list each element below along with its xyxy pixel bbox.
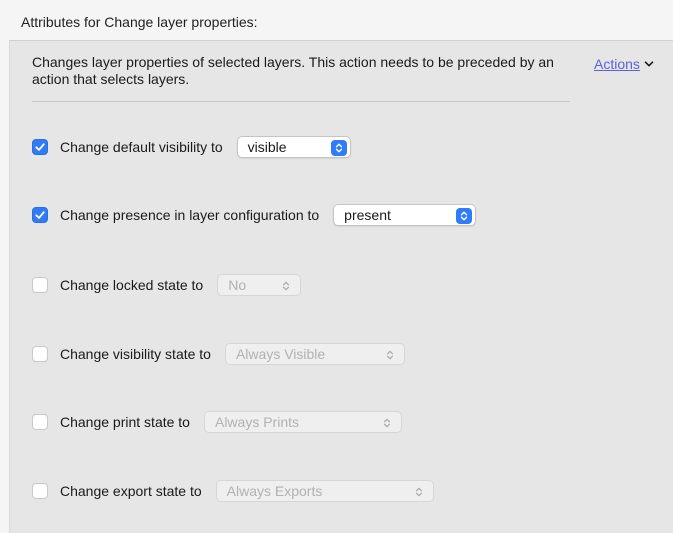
export-state-select: Always Exports	[215, 480, 434, 502]
locked-state-select: No	[217, 274, 302, 296]
up-down-chevron-icon	[384, 348, 396, 362]
row-locked-state: Change locked state to No	[32, 274, 302, 296]
default-visibility-label: Change default visibility to	[60, 139, 223, 155]
section-title: Attributes for Change layer properties:	[21, 14, 258, 30]
row-visibility-state: Change visibility state to Always Visibl…	[32, 343, 405, 365]
chevron-down-icon	[644, 61, 654, 67]
default-visibility-checkbox[interactable]	[32, 139, 48, 155]
default-visibility-value: visible	[247, 139, 287, 155]
export-state-value: Always Exports	[226, 483, 323, 499]
presence-value: present	[344, 207, 391, 223]
locked-state-label: Change locked state to	[60, 277, 204, 293]
up-down-chevron-icon	[413, 485, 425, 499]
attributes-window: Attributes for Change layer properties: …	[0, 0, 673, 533]
default-visibility-select[interactable]: visible	[236, 136, 351, 158]
export-state-label: Change export state to	[60, 483, 202, 499]
actions-menu-button[interactable]: Actions	[594, 56, 655, 72]
presence-checkbox[interactable]	[32, 207, 48, 223]
locked-state-checkbox[interactable]	[32, 277, 48, 293]
row-default-visibility: Change default visibility to visible	[32, 136, 351, 158]
locked-state-value: No	[228, 277, 247, 293]
up-down-chevron-icon	[330, 140, 347, 156]
visibility-state-value: Always Visible	[235, 346, 326, 362]
actions-label[interactable]: Actions	[594, 56, 640, 72]
export-state-checkbox[interactable]	[32, 483, 48, 499]
visibility-state-label: Change visibility state to	[60, 346, 211, 362]
divider	[32, 101, 570, 102]
visibility-state-checkbox[interactable]	[32, 346, 48, 362]
up-down-chevron-icon	[456, 208, 473, 224]
print-state-label: Change print state to	[60, 414, 190, 430]
up-down-chevron-icon	[381, 416, 393, 430]
row-export-state: Change export state to Always Exports	[32, 480, 434, 502]
checkmark-icon	[35, 211, 45, 219]
visibility-state-select: Always Visible	[224, 343, 405, 365]
attributes-panel: Changes layer properties of selected lay…	[9, 40, 673, 533]
action-description: Changes layer properties of selected lay…	[32, 54, 554, 87]
presence-label: Change presence in layer configuration t…	[60, 207, 320, 223]
checkmark-icon	[35, 143, 45, 151]
print-state-select: Always Prints	[203, 411, 402, 433]
print-state-value: Always Prints	[214, 414, 300, 430]
row-print-state: Change print state to Always Prints	[32, 411, 402, 433]
row-presence: Change presence in layer configuration t…	[32, 204, 477, 226]
presence-select[interactable]: present	[333, 204, 477, 226]
up-down-chevron-icon	[280, 279, 292, 293]
print-state-checkbox[interactable]	[32, 414, 48, 430]
